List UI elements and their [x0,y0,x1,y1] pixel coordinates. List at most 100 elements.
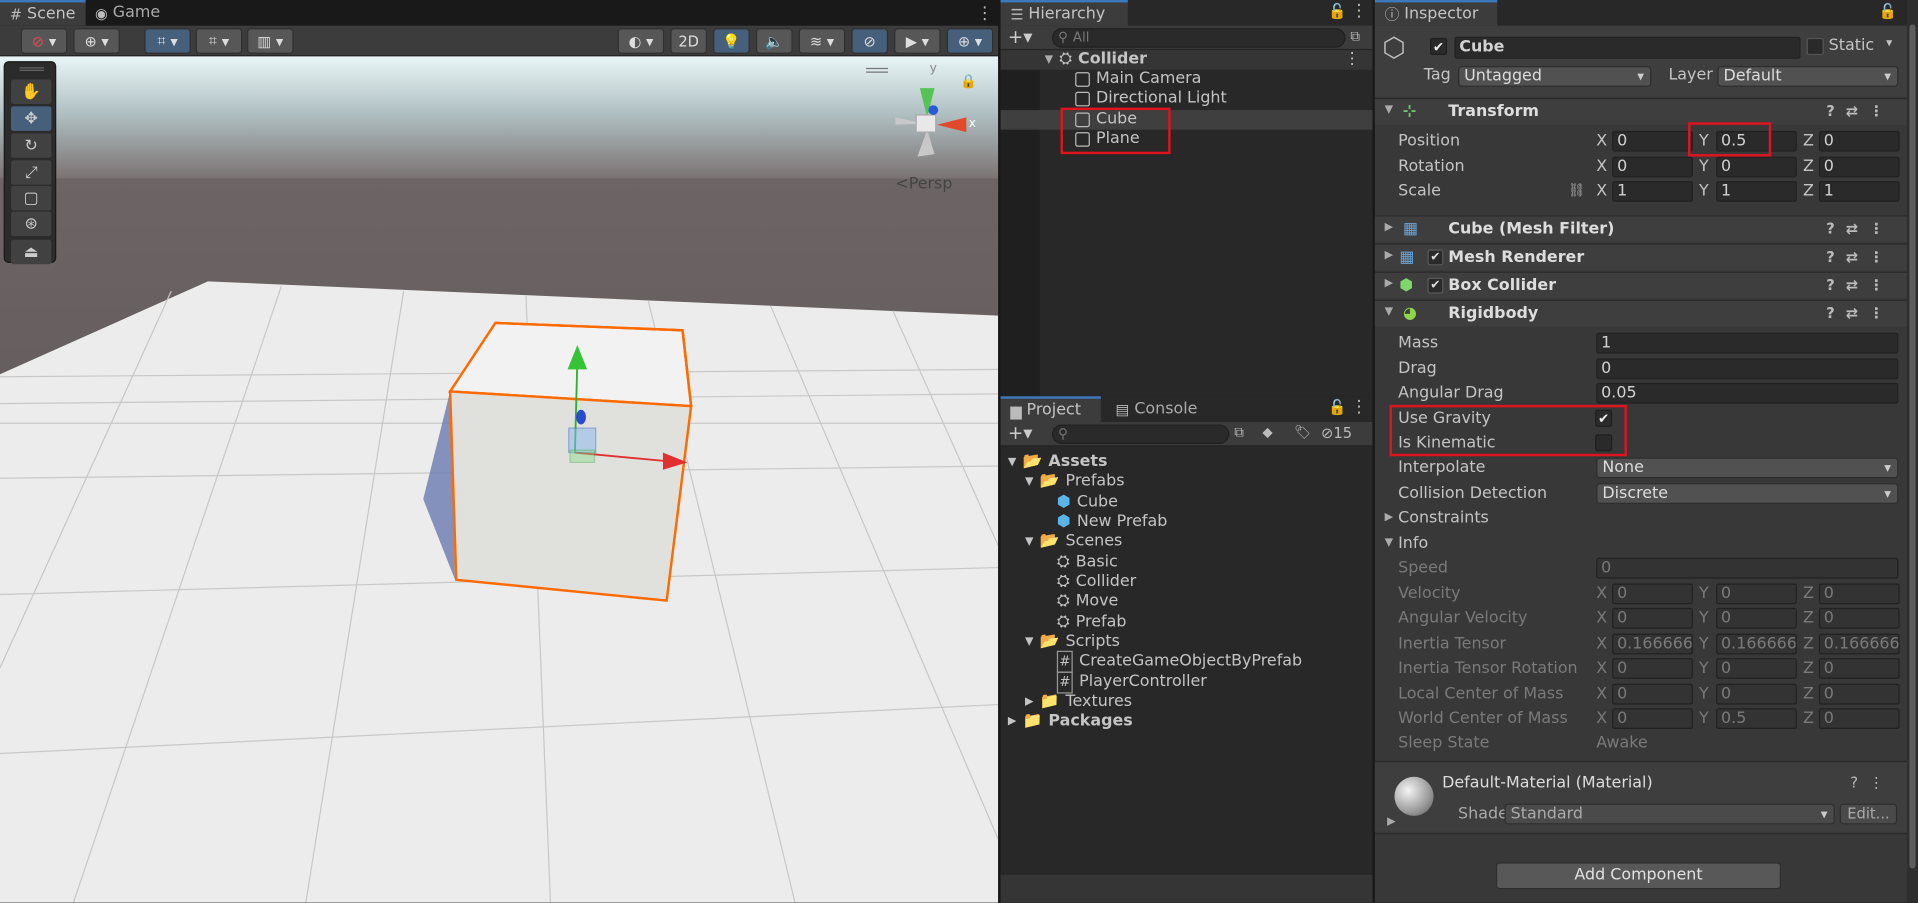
hierarchy-item-directional-light[interactable]: Directional Light [1075,89,1227,109]
component-box-collider[interactable]: ▶ ⬢ ✔ Box Collider ?⇄⋮ [1374,271,1907,299]
search-by-type-icon[interactable]: ⧉ [1350,28,1360,45]
global-local-button[interactable]: ⊕ ▾ [73,28,120,54]
filter-by-label-icon[interactable]: 🏷 [1294,424,1311,440]
shading-mode-button[interactable]: ◐ ▾ [617,28,665,54]
component-mesh-filter[interactable]: ▶ ▦ Cube (Mesh Filter) ?⇄⋮ [1374,215,1907,243]
custom-tool-button[interactable]: ⏏ [11,239,52,265]
interpolate-dropdown[interactable]: None [1596,457,1899,479]
grid-snap-button[interactable]: ⌗ ▾ [144,28,191,54]
collision-detection-dropdown[interactable]: Discrete [1596,483,1899,504]
draw-mode-button[interactable]: ⊘ ▾ [20,28,68,54]
scale-x-input[interactable]: 1 [1612,181,1693,202]
hidden-objects-button[interactable]: ⊘ [851,28,889,54]
palette-handle-icon[interactable] [19,67,45,71]
static-dropdown-icon[interactable]: ▾ [1886,37,1892,50]
mass-input[interactable]: 1 [1596,332,1899,354]
project-prefab-new-prefab[interactable]: ⬢ New Prefab [1057,513,1167,533]
component-actions-icon[interactable]: ?⇄⋮ [1826,103,1895,120]
project-add-button[interactable]: +▾ [1008,422,1033,444]
component-actions-icon[interactable]: ?⇄⋮ [1826,220,1895,237]
increment-snap-button[interactable]: ⌗ ▾ [195,28,243,54]
scale-z-input[interactable]: 1 [1818,181,1900,202]
scale-y-input[interactable]: 1 [1716,181,1797,202]
hierarchy-item-main-camera[interactable]: Main Camera [1075,70,1201,90]
component-rigidbody[interactable]: ▼ ◕ Rigidbody ?⇄⋮ [1374,299,1907,327]
grid-visibility-button[interactable]: ▥ ▾ [247,28,294,54]
project-prefab-cube[interactable]: ⬢ Cube [1057,493,1118,513]
link-scale-icon[interactable]: ⛓ [1568,182,1585,198]
rect-tool-button[interactable]: ▢ [11,185,52,211]
rotation-x-input[interactable]: 0 [1612,156,1693,178]
object-name-input[interactable]: Cube [1454,36,1801,59]
project-folder-assets[interactable]: ▼ 📂 Assets [1008,453,1108,473]
scrollbar-thumb[interactable] [1909,24,1916,869]
filter-by-type-icon[interactable]: ◆ [1262,424,1272,440]
scale-tool-button[interactable]: ⤢ [11,160,52,185]
position-x-input[interactable]: 0 [1612,130,1693,152]
tab-scene[interactable]: # Scene [0,0,86,26]
hierarchy-lock-icon[interactable]: 🔓 [1328,2,1346,19]
gizmos-button[interactable]: ⊕ ▾ [946,28,994,54]
project-scene-prefab[interactable]: ⛭ Prefab [1057,613,1127,633]
project-script-create[interactable]: # CreateGameObjectByPrefab [1056,650,1302,673]
hierarchy-item-cube[interactable]: Cube [1000,110,1373,130]
project-lock-icon[interactable]: 🔓 [1328,399,1346,416]
static-checkbox[interactable] [1806,37,1824,56]
rotate-tool-button[interactable]: ↻ [11,133,52,158]
add-component-button[interactable]: Add Component [1495,862,1781,890]
scene-viewport[interactable]: y x 🔒 <Persp ✋ ✥ ↻ ⤢ ▢ ⊛ ⏏ [0,56,999,903]
project-search-input[interactable]: ⚲ [1051,424,1230,445]
object-active-checkbox[interactable]: ✔ [1429,37,1448,56]
hidden-packages-button[interactable]: ⊘15 [1321,424,1352,441]
position-z-input[interactable]: 0 [1818,130,1900,152]
persp-label[interactable]: <Persp [895,175,952,193]
effects-button[interactable]: ≋ ▾ [798,28,846,54]
project-scene-basic[interactable]: ⛭ Basic [1057,553,1118,573]
position-y-input[interactable]: 0.5 [1716,130,1797,152]
use-gravity-checkbox[interactable]: ✔ [1595,409,1613,427]
angular-drag-input[interactable]: 0.05 [1596,382,1899,404]
project-folder-prefabs[interactable]: ▼ 📂 Prefabs [1025,472,1125,492]
hand-tool-button[interactable]: ✋ [11,79,52,104]
tab-game[interactable]: ◉ Game [85,0,170,26]
foldout-icon[interactable]: ▶ [1387,816,1395,828]
audio-button[interactable]: 🔈 [755,28,793,54]
component-actions-icon[interactable]: ?⇄⋮ [1826,248,1895,265]
search-by-type-icon[interactable]: ⧉ [1234,424,1244,441]
lighting-button[interactable]: 💡 [713,28,750,54]
component-transform[interactable]: ▼ ⊹ Transform ?⇄⋮ [1374,97,1907,125]
inspector-scrollbar[interactable] [1906,0,1918,903]
tab-project[interactable]: ▆ Project [1000,396,1101,423]
constraints-row[interactable]: ▶ Constraints [1375,506,1907,530]
info-row[interactable]: ▼ Info [1375,532,1907,556]
move-tool-button[interactable]: ✥ [11,106,52,131]
material-actions-icon[interactable]: ?⋮ [1850,774,1894,791]
tag-dropdown[interactable]: Untagged [1458,66,1652,87]
box-collider-enabled-checkbox[interactable]: ✔ [1427,277,1444,294]
rotation-z-input[interactable]: 0 [1818,156,1900,178]
gameobject-large-icon[interactable]: ⬡ [1382,33,1406,64]
project-menu-icon[interactable]: ⋮ [1350,398,1367,418]
gizmo-lock-icon[interactable]: 🔒 [960,73,977,89]
project-scene-move[interactable]: ⛭ Move [1057,592,1119,612]
project-scene-collider[interactable]: ⛭ Collider [1057,572,1136,592]
component-actions-icon[interactable]: ?⇄⋮ [1826,305,1895,322]
hierarchy-menu-icon[interactable]: ⋮ [1350,1,1367,21]
scene-menu-icon[interactable]: ⋮ [976,4,993,24]
component-mesh-renderer[interactable]: ▶ ▦ ✔ Mesh Renderer ?⇄⋮ [1374,243,1907,271]
mesh-renderer-enabled-checkbox[interactable]: ✔ [1427,249,1444,266]
project-script-playercontroller[interactable]: # PlayerController [1056,671,1207,694]
rotation-y-input[interactable]: 0 [1716,156,1797,178]
tab-hierarchy[interactable]: ☰ Hierarchy [1000,0,1128,26]
inspector-lock-icon[interactable]: 🔓 [1879,2,1897,19]
drag-input[interactable]: 0 [1596,358,1899,380]
hierarchy-item-plane[interactable]: Plane [1075,130,1140,150]
camera-button[interactable]: ▶ ▾ [894,28,941,54]
hierarchy-scene-root[interactable]: ▼ ⛭ Collider ⋮ [1000,50,1373,70]
mode-2d-button[interactable]: 2D [670,28,708,54]
component-actions-icon[interactable]: ?⇄⋮ [1826,276,1895,293]
shader-dropdown[interactable]: Standard [1504,803,1835,825]
transform-tool-button[interactable]: ⊛ [11,211,52,237]
project-folder-packages[interactable]: ▶ 📁 Packages [1008,712,1133,732]
layer-dropdown[interactable]: Default [1717,66,1899,87]
